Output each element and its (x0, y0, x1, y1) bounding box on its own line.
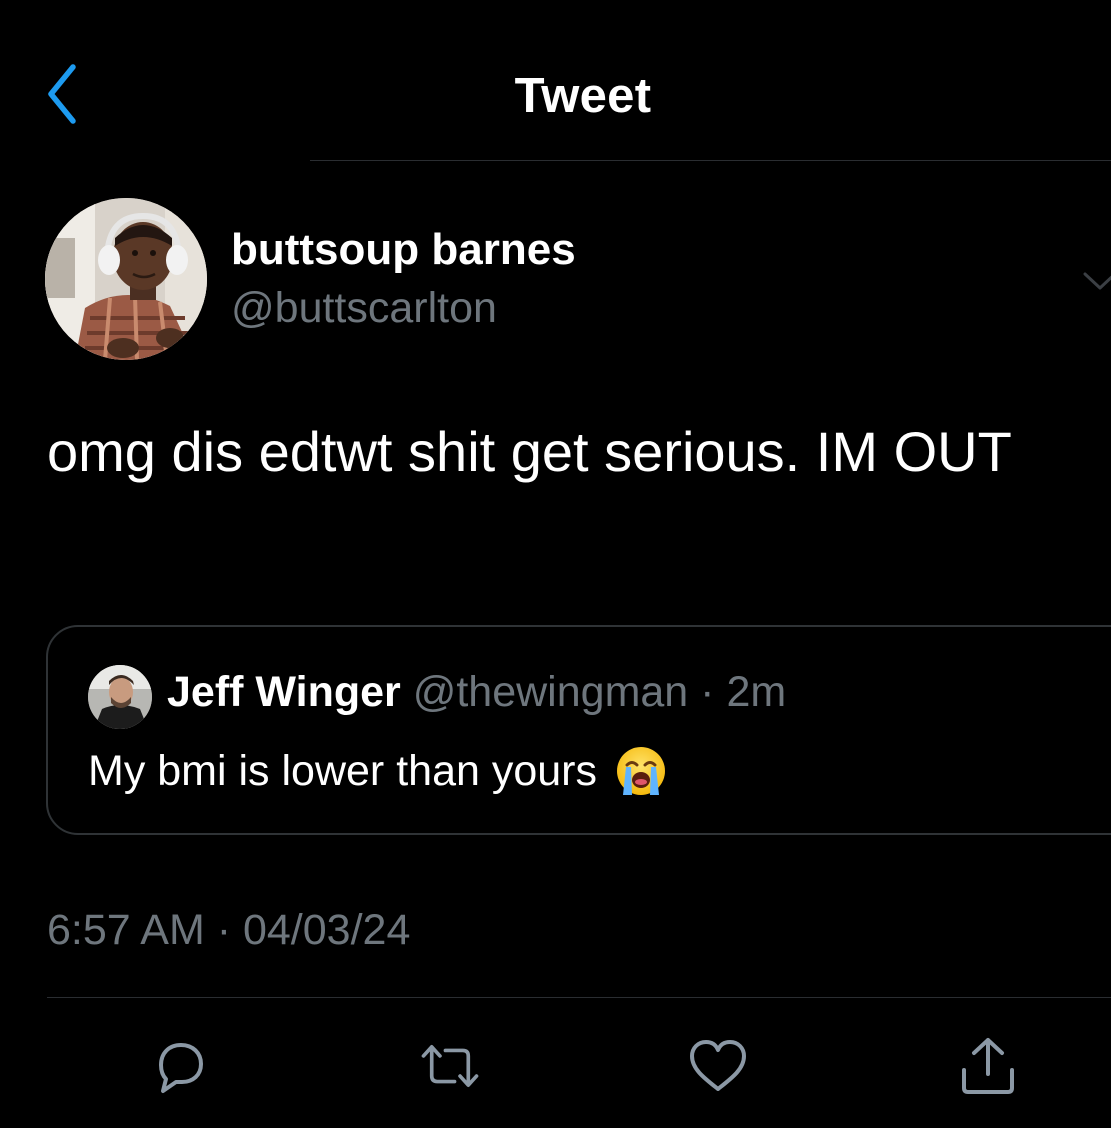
share-icon (962, 1038, 1014, 1094)
loudly-crying-face-emoji (617, 747, 665, 795)
quoted-tweet-header: Jeff Winger @thewingman · 2m (167, 668, 786, 717)
quoted-author-display-name: Jeff Winger (167, 668, 401, 716)
author-avatar-image (45, 198, 207, 360)
chevron-down-icon (1083, 272, 1111, 290)
action-divider (47, 997, 1111, 998)
quoted-handle-text: @thewingman (412, 668, 689, 716)
tweet-timestamp[interactable]: 6:57 AM · 04/03/24 (47, 906, 410, 955)
quoted-tweet-card[interactable]: Jeff Winger @thewingman · 2m My bmi is l… (46, 625, 1111, 835)
author-avatar[interactable] (45, 198, 207, 360)
quoted-tweet-age: 2m (726, 668, 787, 716)
quoted-author-handle: @thewingman · 2m (413, 668, 786, 716)
author-handle[interactable]: @buttscarlton (231, 284, 497, 333)
header-divider (310, 160, 1111, 161)
reply-icon (159, 1043, 203, 1093)
quoted-avatar-image (88, 665, 152, 729)
tweet-text: omg dis edtwt shit get serious. IM OUT (47, 420, 1012, 483)
quoted-author-avatar (88, 665, 152, 729)
like-button[interactable] (686, 1034, 750, 1098)
retweet-button[interactable] (418, 1034, 482, 1098)
tweet-detail-screen: Tweet buttsoup barnes @buttscarlton omg … (0, 0, 1111, 1128)
header-bar: Tweet (0, 0, 1111, 162)
author-display-name[interactable]: buttsoup barnes (231, 225, 576, 275)
heart-icon (690, 1040, 746, 1091)
quoted-tweet-text-row: My bmi is lower than yours (88, 745, 667, 797)
quoted-tweet-text: My bmi is lower than yours (88, 746, 597, 795)
share-button[interactable] (956, 1034, 1020, 1098)
quoted-separator: · (688, 668, 727, 716)
reply-button[interactable] (148, 1034, 212, 1098)
more-options-button[interactable] (1082, 264, 1111, 296)
page-title: Tweet (514, 69, 652, 123)
retweet-icon (421, 1044, 479, 1088)
